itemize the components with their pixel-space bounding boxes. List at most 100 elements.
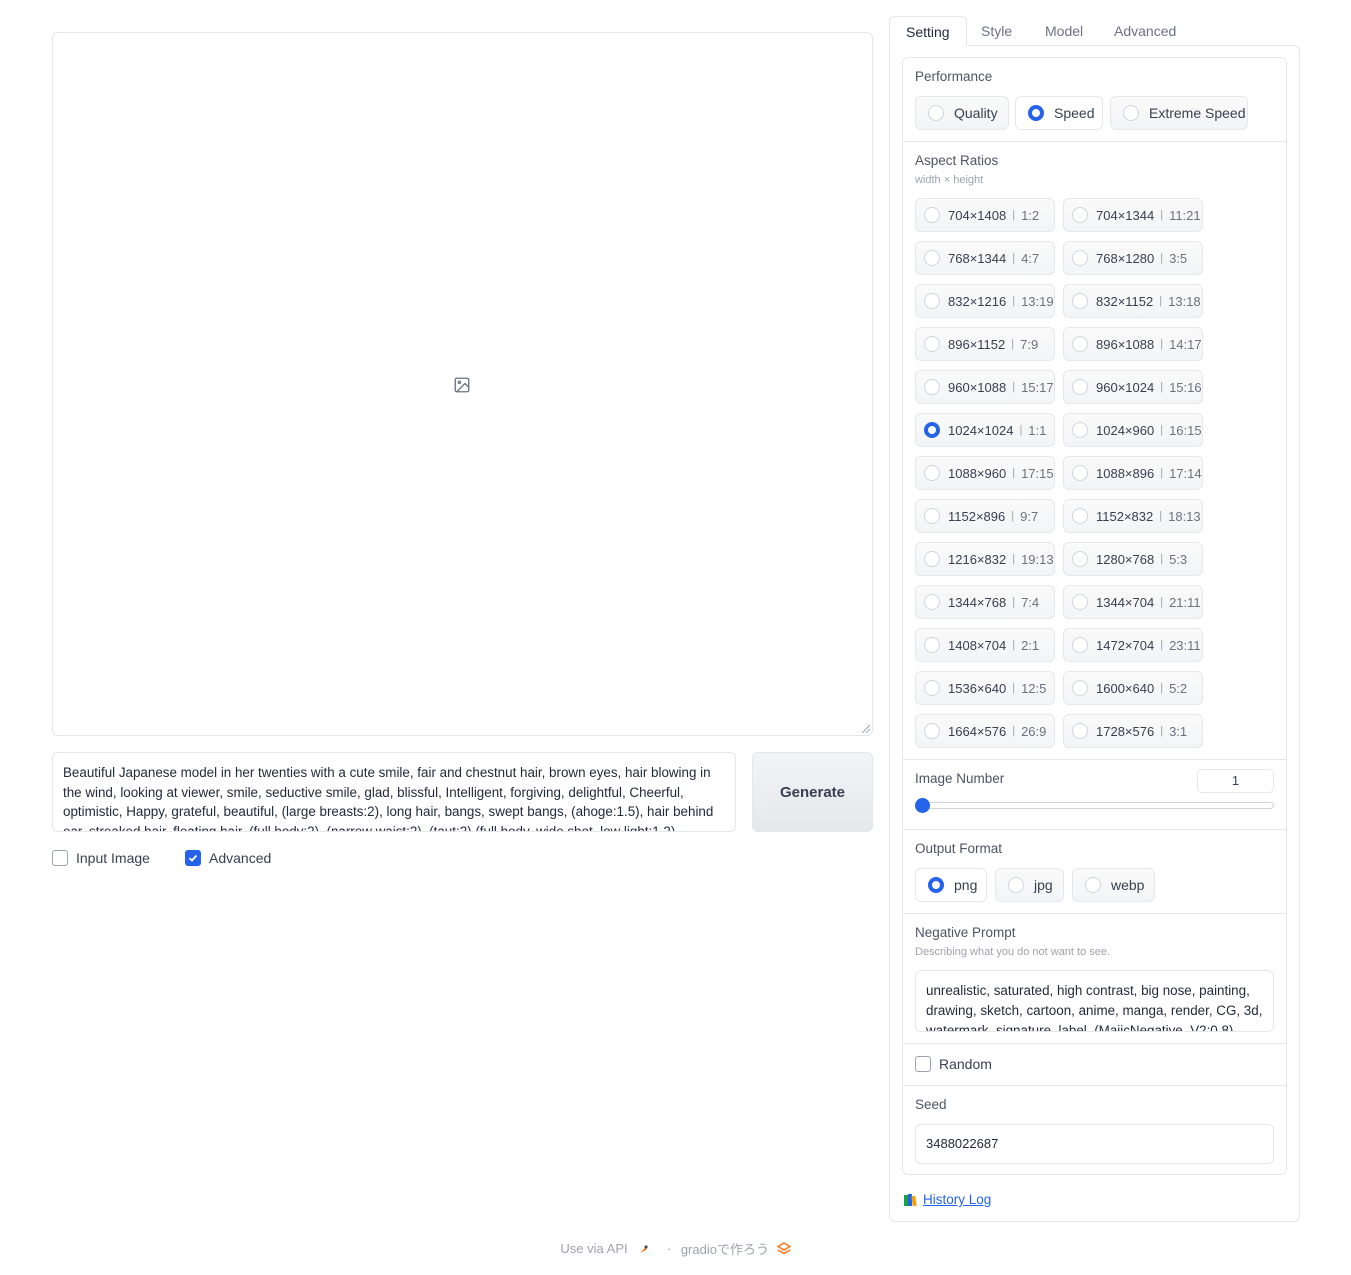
tab-advanced[interactable]: Advanced bbox=[1098, 16, 1192, 46]
aspect-ratio: 9:7 bbox=[1020, 508, 1039, 524]
aspect-separator: | bbox=[1012, 682, 1016, 694]
aspect-ratio: 23:11 bbox=[1169, 637, 1201, 653]
format-webp[interactable]: webp bbox=[1072, 868, 1155, 902]
history-log-link[interactable]: History Log bbox=[903, 1192, 991, 1207]
aspect-ratio: 3:1 bbox=[1169, 723, 1188, 739]
radio-circle bbox=[924, 508, 940, 524]
image-icon bbox=[454, 377, 470, 393]
aspect-ratio: 12:5 bbox=[1021, 680, 1047, 696]
negative-prompt-input[interactable]: unrealistic, saturated, high contrast, b… bbox=[915, 970, 1274, 1032]
aspect-size: 768×1280 bbox=[1096, 250, 1155, 266]
aspect-ratio-option[interactable]: 1088×896 | 17:14 bbox=[1063, 456, 1203, 490]
use-via-api-link[interactable]: Use via API bbox=[560, 1241, 627, 1256]
checkbox-label: Advanced bbox=[209, 850, 272, 866]
aspect-ratio-option[interactable]: 1472×704 | 23:11 bbox=[1063, 628, 1203, 662]
radio-circle bbox=[1072, 207, 1088, 223]
aspect-ratio-option[interactable]: 1536×640 | 12:5 bbox=[915, 671, 1055, 705]
aspect-ratio-option[interactable]: 1024×1024 | 1:1 bbox=[915, 413, 1055, 447]
aspect-ratio-option[interactable]: 1600×640 | 5:2 bbox=[1063, 671, 1203, 705]
aspect-ratio-option[interactable]: 704×1344 | 11:21 bbox=[1063, 198, 1203, 232]
aspect-ratio-option[interactable]: 1664×576 | 26:9 bbox=[915, 714, 1055, 748]
option-label: png bbox=[954, 877, 978, 893]
radio-circle-selected bbox=[924, 422, 940, 438]
aspect-ratio: 15:17 bbox=[1021, 379, 1054, 395]
aspect-ratios-sublabel: width × height bbox=[915, 174, 984, 186]
divider bbox=[903, 913, 1286, 914]
history-log-label[interactable]: History Log bbox=[923, 1192, 991, 1207]
radio-circle bbox=[1072, 465, 1088, 481]
footer: Use via API · gradioで作ろう bbox=[0, 1239, 1351, 1258]
aspect-ratio-option[interactable]: 768×1280 | 3:5 bbox=[1063, 241, 1203, 275]
radio-circle bbox=[1085, 877, 1101, 893]
aspect-separator: | bbox=[1160, 553, 1164, 565]
aspect-ratio-option[interactable]: 1088×960 | 17:15 bbox=[915, 456, 1055, 490]
aspect-ratio-option[interactable]: 960×1088 | 15:17 bbox=[915, 370, 1055, 404]
resize-handle-icon[interactable] bbox=[862, 725, 870, 733]
tab-setting[interactable]: Setting bbox=[889, 16, 967, 46]
aspect-separator: | bbox=[1012, 725, 1016, 737]
radio-circle bbox=[924, 594, 940, 610]
aspect-separator: | bbox=[1011, 510, 1015, 522]
aspect-ratio-option[interactable]: 768×1344 | 4:7 bbox=[915, 241, 1055, 275]
books-icon bbox=[904, 1193, 917, 1206]
aspect-ratio-option[interactable]: 1280×768 | 5:3 bbox=[1063, 542, 1203, 576]
built-with-gradio-link[interactable]: gradioで作ろう bbox=[681, 1242, 769, 1257]
random-checkbox[interactable]: Random bbox=[915, 1056, 992, 1072]
aspect-separator: | bbox=[1012, 381, 1016, 393]
aspect-ratio-option[interactable]: 1024×960 | 16:15 bbox=[1063, 413, 1203, 447]
radio-circle bbox=[924, 336, 940, 352]
output-gallery[interactable] bbox=[52, 32, 873, 736]
aspect-separator: | bbox=[1160, 424, 1164, 436]
aspect-ratio-option[interactable]: 704×1408 | 1:2 bbox=[915, 198, 1055, 232]
seed-input[interactable]: 3488022687 bbox=[915, 1124, 1274, 1164]
checkbox-box-checked[interactable] bbox=[185, 850, 201, 866]
performance-speed[interactable]: Speed bbox=[1015, 96, 1103, 130]
radio-circle bbox=[924, 680, 940, 696]
aspect-ratio-option[interactable]: 1344×768 | 7:4 bbox=[915, 585, 1055, 619]
checkbox-box[interactable] bbox=[52, 850, 68, 866]
tab-model[interactable]: Model bbox=[1029, 16, 1099, 46]
checkbox-box[interactable] bbox=[915, 1056, 931, 1072]
aspect-ratio: 16:15 bbox=[1169, 422, 1202, 438]
prompt-input[interactable]: Beautiful Japanese model in her twenties… bbox=[52, 752, 736, 832]
generate-button[interactable]: Generate bbox=[752, 752, 873, 832]
aspect-ratio-option[interactable]: 1152×832 | 18:13 bbox=[1063, 499, 1203, 533]
aspect-ratio-option[interactable]: 1728×576 | 3:1 bbox=[1063, 714, 1203, 748]
divider bbox=[903, 1085, 1286, 1086]
aspect-separator: | bbox=[1160, 596, 1164, 608]
aspect-size: 1728×576 bbox=[1096, 723, 1155, 739]
slider-thumb[interactable] bbox=[915, 798, 930, 813]
performance-extreme-speed[interactable]: Extreme Speed bbox=[1110, 96, 1248, 130]
aspect-ratio-option[interactable]: 896×1152 | 7:9 bbox=[915, 327, 1055, 361]
image-number-label: Image Number bbox=[915, 771, 1005, 786]
aspect-size: 1536×640 bbox=[948, 680, 1007, 696]
aspect-size: 1408×704 bbox=[948, 637, 1007, 653]
aspect-separator: | bbox=[1160, 639, 1164, 651]
option-label: Quality bbox=[954, 105, 998, 121]
aspect-ratio-option[interactable]: 1344×704 | 21:11 bbox=[1063, 585, 1203, 619]
negative-prompt-sublabel: Describing what you do not want to see. bbox=[915, 946, 1111, 958]
aspect-size: 704×1408 bbox=[948, 207, 1007, 223]
aspect-ratio-option[interactable]: 1216×832 | 19:13 bbox=[915, 542, 1055, 576]
aspect-ratio-option[interactable]: 896×1088 | 14:17 bbox=[1063, 327, 1203, 361]
aspect-ratio-option[interactable]: 1408×704 | 2:1 bbox=[915, 628, 1055, 662]
aspect-ratio: 3:5 bbox=[1169, 250, 1188, 266]
image-number-input[interactable]: 1 bbox=[1197, 769, 1274, 793]
performance-quality[interactable]: Quality bbox=[915, 96, 1009, 130]
negative-prompt-label: Negative Prompt bbox=[915, 925, 1016, 940]
image-number-slider[interactable] bbox=[917, 802, 1274, 809]
performance-label: Performance bbox=[915, 69, 993, 84]
aspect-ratio-option[interactable]: 1152×896 | 9:7 bbox=[915, 499, 1055, 533]
radio-circle bbox=[924, 207, 940, 223]
tab-style[interactable]: Style bbox=[965, 16, 1028, 46]
aspect-ratio-option[interactable]: 832×1152 | 13:18 bbox=[1063, 284, 1203, 318]
aspect-size: 1216×832 bbox=[948, 551, 1007, 567]
format-jpg[interactable]: jpg bbox=[995, 868, 1064, 902]
input-image-checkbox[interactable]: Input Image bbox=[52, 850, 150, 866]
aspect-size: 960×1088 bbox=[948, 379, 1007, 395]
aspect-separator: | bbox=[1160, 209, 1164, 221]
advanced-checkbox[interactable]: Advanced bbox=[185, 850, 271, 866]
aspect-ratio-option[interactable]: 960×1024 | 15:16 bbox=[1063, 370, 1203, 404]
aspect-ratio-option[interactable]: 832×1216 | 13:19 bbox=[915, 284, 1055, 318]
format-png[interactable]: png bbox=[915, 868, 987, 902]
